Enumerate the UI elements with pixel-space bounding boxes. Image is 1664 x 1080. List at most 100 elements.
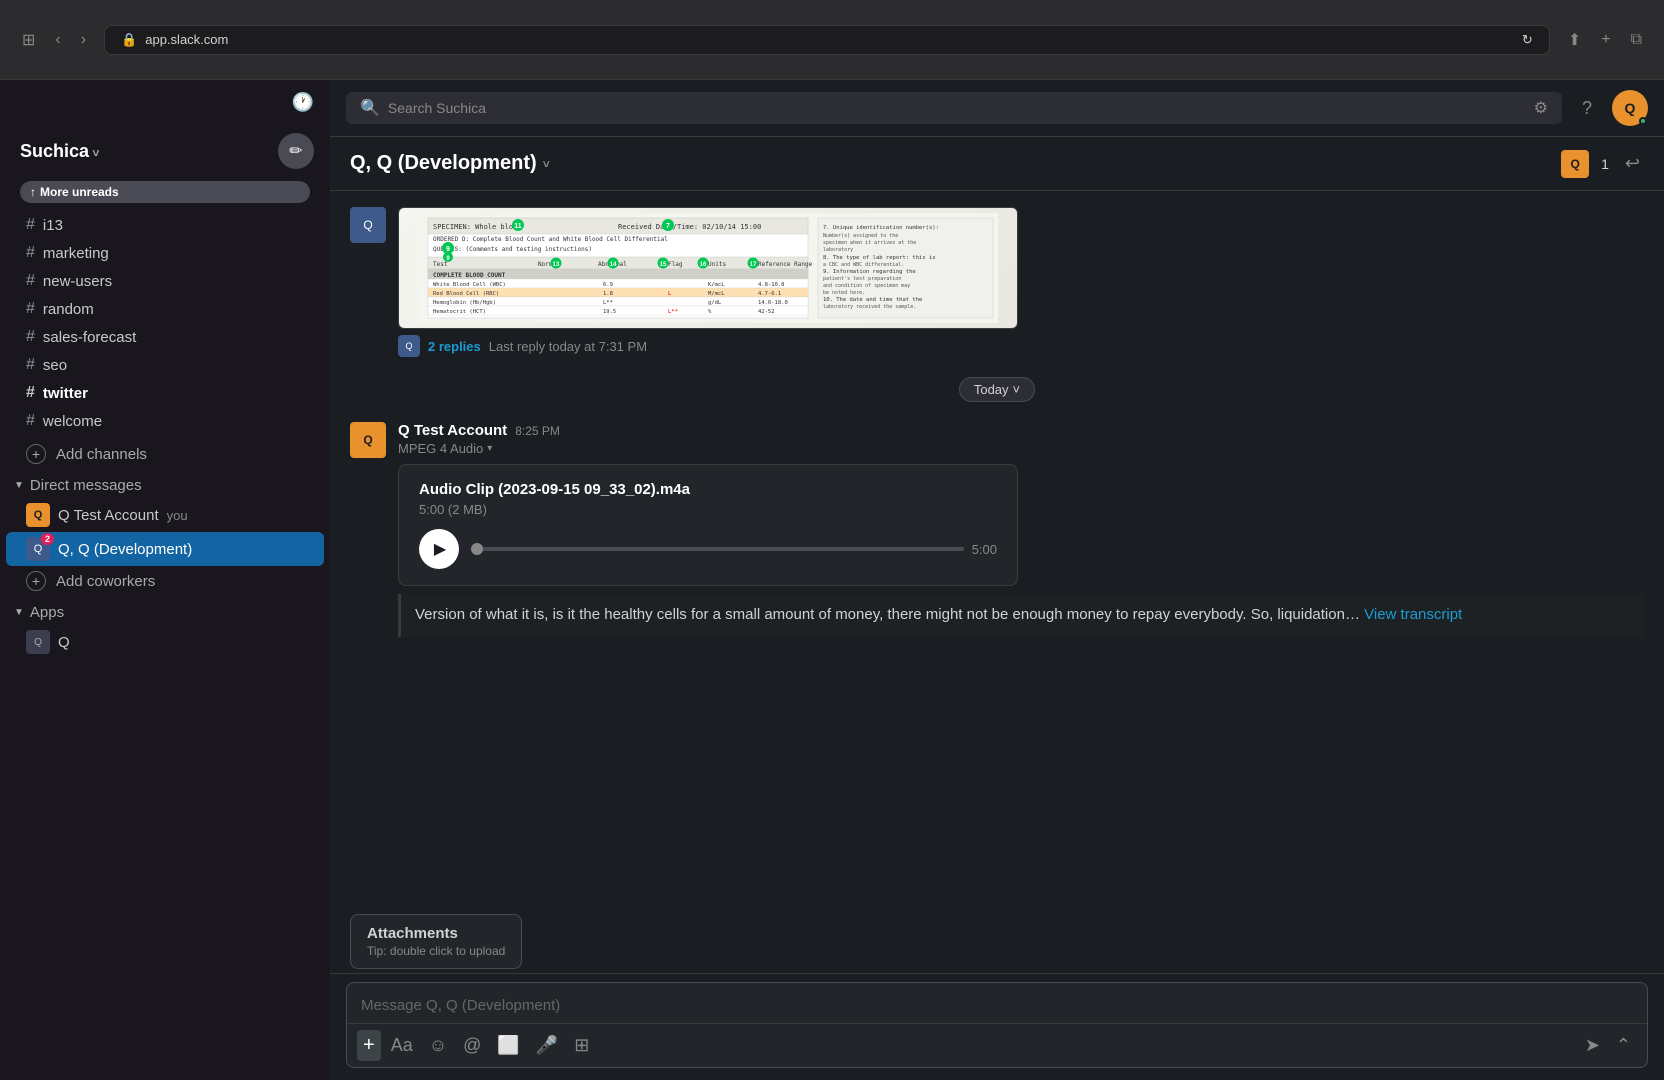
dm-chevron-icon: ▼ <box>14 480 24 491</box>
channel-name: seo <box>43 357 67 374</box>
sidebar-item-marketing[interactable]: # marketing <box>6 239 324 267</box>
mic-button[interactable]: 🎤 <box>530 1031 564 1060</box>
history-icon[interactable]: 🕐 <box>292 92 314 113</box>
browser-share-button[interactable]: ⬆ <box>1562 26 1587 54</box>
svg-text:specimen when it arrives at th: specimen when it arrives at the <box>823 240 916 246</box>
new-message-button[interactable]: ✏ <box>278 133 314 169</box>
history-area: 🕐 <box>0 80 330 117</box>
expand-button[interactable]: ⌃ <box>1610 1031 1637 1060</box>
browser-tabs-button[interactable]: ⧉ <box>1625 27 1648 53</box>
sender-text: Q Test Account <box>398 422 507 439</box>
workspace-name[interactable]: Suchica <box>20 141 99 162</box>
sidebar-item-qq-development[interactable]: Q 2 Q, Q (Development) <box>6 532 324 566</box>
sidebar-header: Suchica ✏ <box>0 117 330 177</box>
hash-icon: # <box>26 272 35 290</box>
svg-text:Flag: Flag <box>668 261 683 268</box>
search-icon: 🔍 <box>360 98 380 118</box>
sidebar-toggle-button[interactable]: ⊞ <box>16 26 41 54</box>
app-q-avatar: Q <box>26 630 50 654</box>
attachment-tooltip-tip: Tip: double click to upload <box>367 944 505 958</box>
audio-track[interactable]: 5:00 <box>471 542 997 557</box>
sidebar-item-random[interactable]: # random <box>6 295 324 323</box>
play-icon: ▶ <box>434 539 446 559</box>
input-toolbar: + Aa ☺ @ ⬜ 🎤 <box>347 1023 1647 1067</box>
svg-text:7: 7 <box>666 223 670 230</box>
play-button[interactable]: ▶ <box>419 529 459 569</box>
sidebar-item-i13[interactable]: # i13 <box>6 211 324 239</box>
back-button[interactable]: ‹ <box>49 27 66 53</box>
browser-newtab-button[interactable]: + <box>1595 27 1616 53</box>
shortcuts-button[interactable]: ⊞ <box>568 1031 595 1060</box>
track-bar[interactable] <box>471 547 964 551</box>
channel-title[interactable]: Q, Q (Development) ˅ <box>350 152 550 175</box>
threads-button[interactable]: ↩ <box>1621 149 1644 178</box>
sidebar: 🕐 Suchica ✏ ↑ More unreads # i13 # marke… <box>0 80 330 1080</box>
svg-text:patient's test preparation: patient's test preparation <box>823 276 901 282</box>
sidebar-item-twitter[interactable]: # twitter <box>6 379 324 407</box>
date-chip[interactable]: Today ˅ <box>959 377 1035 402</box>
mention-icon: @ <box>463 1035 481 1056</box>
apps-section-header[interactable]: ▼ Apps <box>0 596 330 625</box>
add-channels-item[interactable]: + Add channels <box>6 439 324 469</box>
main-content: 🔍 Search Suchica ⚙ ? Q Q, Q (Development… <box>330 80 1664 1080</box>
app-name: Q <box>58 634 70 651</box>
emoji-button[interactable]: ☺ <box>423 1031 453 1060</box>
audio-size: 5:00 (2 MB) <box>419 502 997 517</box>
attach-button[interactable]: + <box>357 1030 381 1061</box>
reply-avatar: Q <box>398 335 420 357</box>
mention-button[interactable]: @ <box>457 1031 487 1060</box>
audio-filename: Audio Clip (2023-09-15 09_33_02).m4a <box>419 481 997 498</box>
sidebar-item-welcome[interactable]: # welcome <box>6 407 324 435</box>
search-bar[interactable]: 🔍 Search Suchica ⚙ <box>346 92 1562 124</box>
svg-text:Number(s) assigned to the: Number(s) assigned to the <box>823 233 898 239</box>
search-placeholder: Search Suchica <box>388 100 486 116</box>
message-input-box: Message Q, Q (Development) + Aa ☺ @ <box>346 982 1648 1068</box>
svg-text:Hemoglobin (Hb/Hgb): Hemoglobin (Hb/Hgb) <box>433 300 496 306</box>
sidebar-item-new-users[interactable]: # new-users <box>6 267 324 295</box>
user-avatar[interactable]: Q <box>1612 90 1648 126</box>
help-button[interactable]: ? <box>1578 94 1596 123</box>
replies-row[interactable]: Q 2 replies Last reply today at 7:31 PM <box>398 335 1644 357</box>
svg-text:Hematocrit (HCT): Hematocrit (HCT) <box>433 309 486 315</box>
svg-text:17: 17 <box>750 262 757 268</box>
date-label: Today <box>974 382 1009 397</box>
svg-text:16: 16 <box>700 262 707 268</box>
svg-text:ORDERED D: Complete Blood Coun: ORDERED D: Complete Blood Count and Whit… <box>433 236 668 243</box>
message-block-image: Q SPECIMEN: Whole blood <box>350 207 1644 357</box>
svg-text:15: 15 <box>660 262 667 268</box>
sidebar-item-test-account[interactable]: Q Q Test Account you <box>6 498 324 532</box>
send-icon: ➤ <box>1585 1035 1600 1055</box>
dm-section-header[interactable]: ▼ Direct messages <box>0 469 330 498</box>
svg-text:M/mcL: M/mcL <box>708 291 725 297</box>
sidebar-item-sales-forecast[interactable]: # sales-forecast <box>6 323 324 351</box>
meta-chevron-icon[interactable]: ▾ <box>487 443 492 454</box>
add-coworkers-item[interactable]: + Add coworkers <box>6 566 324 596</box>
dm-name: Q Test Account <box>58 507 159 524</box>
member-avatar[interactable]: Q <box>1561 150 1589 178</box>
view-transcript-link[interactable]: View transcript <box>1364 606 1462 623</box>
camera-button[interactable]: ⬜ <box>491 1031 525 1060</box>
send-button[interactable]: ➤ <box>1579 1031 1606 1060</box>
image-preview[interactable]: SPECIMEN: Whole blood Received Date/Time… <box>398 207 1018 329</box>
svg-text:and condition of specimen may: and condition of specimen may <box>823 283 910 289</box>
message-meta: MPEG 4 Audio ▾ <box>398 441 1644 456</box>
track-thumb[interactable] <box>471 543 483 555</box>
format-icon: Aa <box>391 1035 413 1056</box>
hash-icon: # <box>26 216 35 234</box>
search-filter-icon[interactable]: ⚙ <box>1534 98 1548 118</box>
svg-text:QUERIES: (Comments and testing: QUERIES: (Comments and testing instructi… <box>433 246 592 253</box>
more-unreads-chip[interactable]: ↑ More unreads <box>20 181 310 203</box>
sidebar-item-seo[interactable]: # seo <box>6 351 324 379</box>
svg-text:4.7-6.1: 4.7-6.1 <box>758 291 781 297</box>
format-button[interactable]: Aa <box>385 1031 419 1060</box>
address-bar[interactable]: 🔒 app.slack.com ↻ <box>104 25 1550 55</box>
message-input-field[interactable]: Message Q, Q (Development) <box>347 983 1647 1023</box>
sidebar-item-app-q[interactable]: Q Q <box>6 625 324 659</box>
dm-section-label: Direct messages <box>30 477 142 494</box>
svg-text:Units: Units <box>708 261 726 268</box>
forward-button[interactable]: › <box>75 27 92 53</box>
url-text: app.slack.com <box>145 32 228 47</box>
svg-text:9: 9 <box>446 246 450 253</box>
header-right: Q 1 ↩ <box>1561 149 1644 178</box>
svg-text:10. The date and time that the: 10. The date and time that the <box>823 297 922 303</box>
